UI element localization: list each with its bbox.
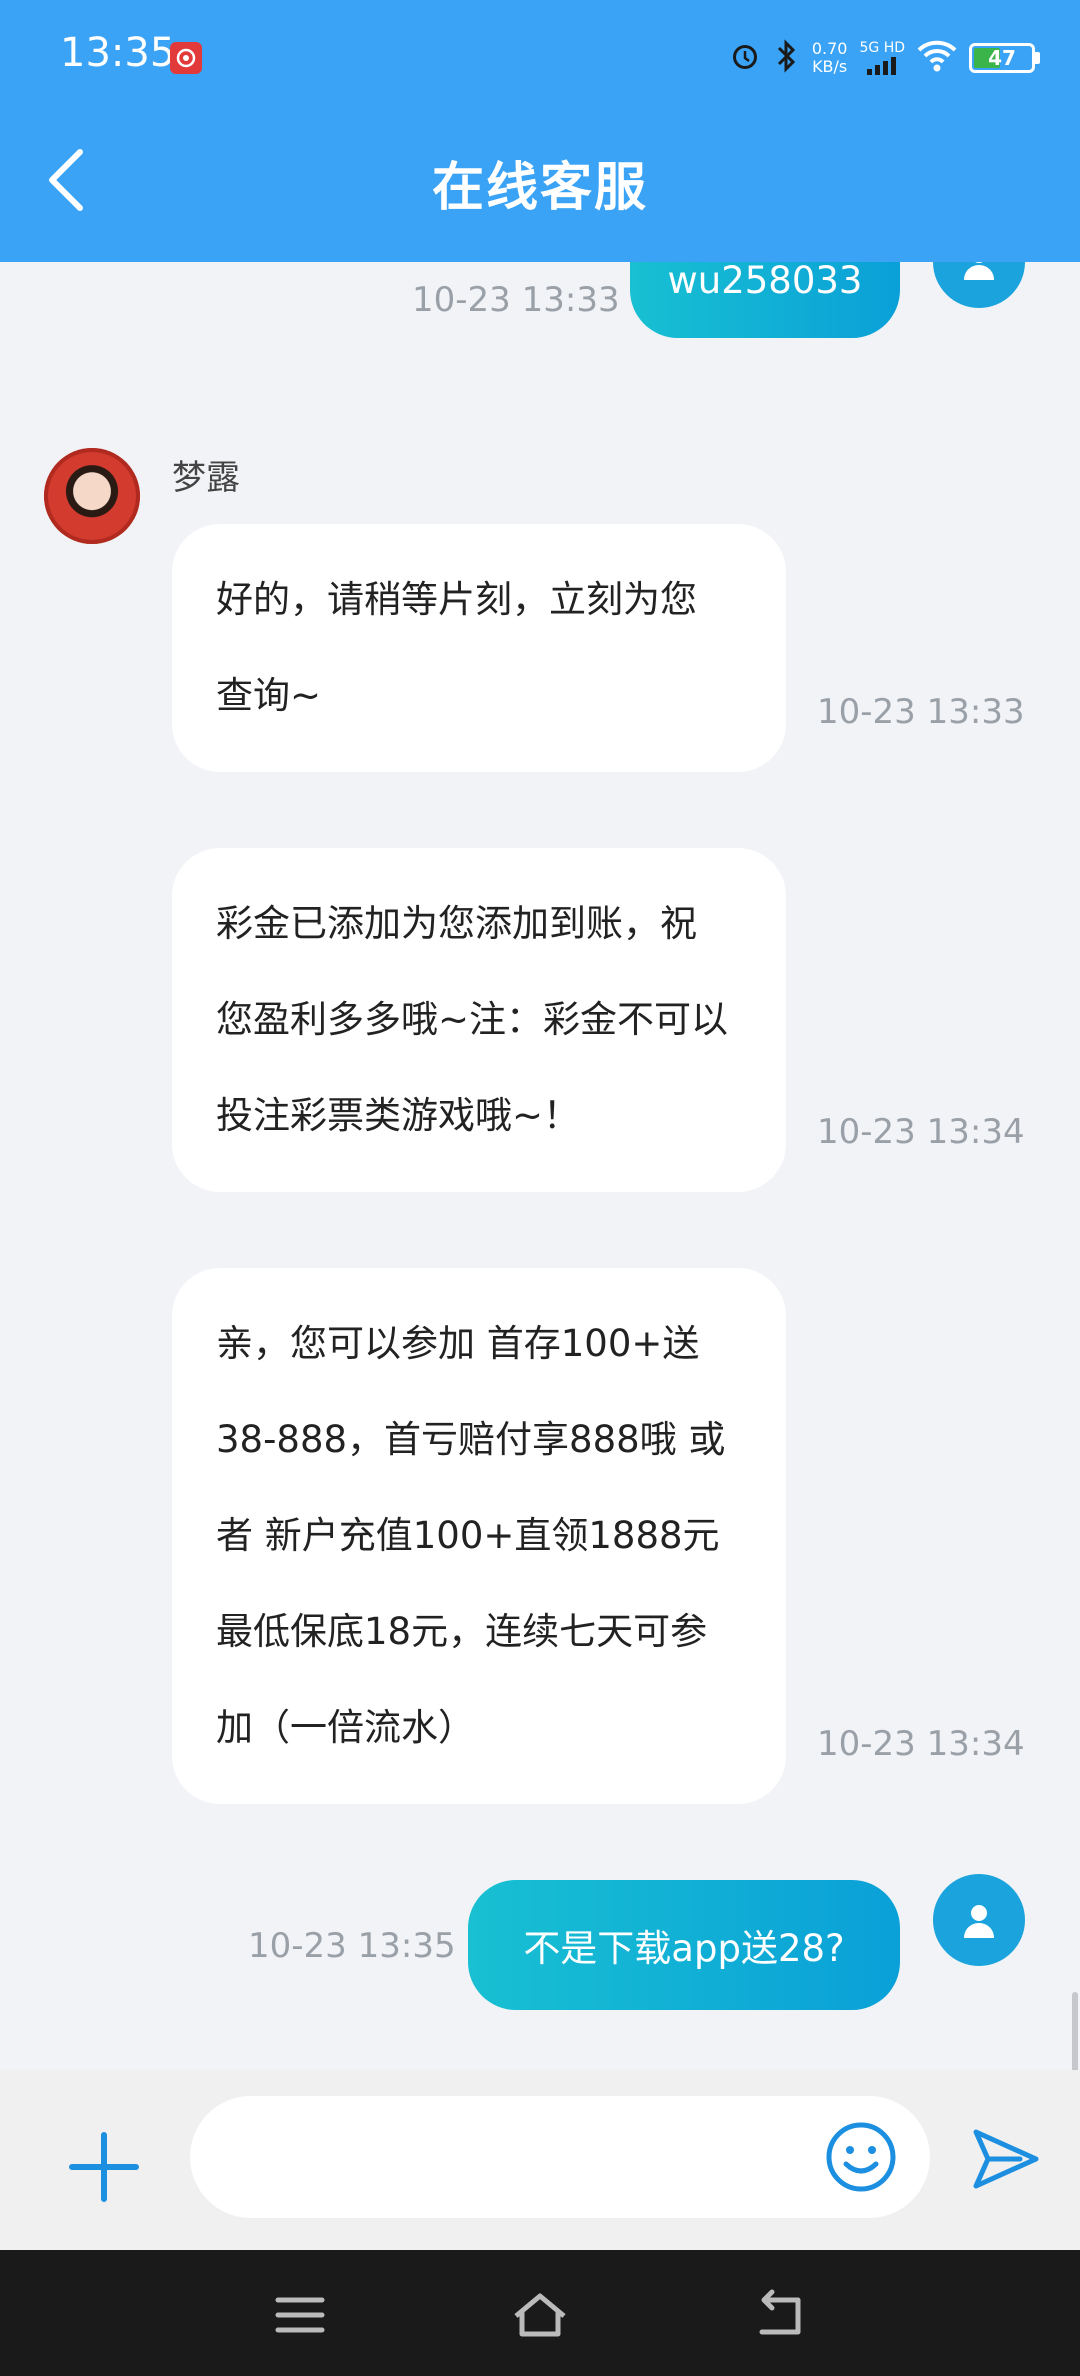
menu-nav-button[interactable] — [270, 2288, 330, 2342]
system-nav-bar — [0, 2250, 1080, 2376]
message-timestamp: 10-23 13:34 — [817, 1724, 1025, 1764]
alarm-icon — [728, 39, 762, 77]
user-avatar[interactable] — [933, 262, 1025, 308]
message-line: 者 新户充值100+直领1888元 — [216, 1514, 720, 1557]
smiley-icon — [826, 2122, 896, 2192]
bluetooth-icon — [774, 38, 800, 78]
plus-icon — [69, 2132, 139, 2202]
message-input[interactable] — [190, 2096, 930, 2218]
app-header: 13:35 0.70 KB/s 5G HD 47 在线客服 — [0, 0, 1080, 262]
add-attachment-button[interactable] — [62, 2125, 146, 2209]
message-line: 好的，请稍等片刻，立刻为您 — [216, 578, 697, 621]
message-line: 查询~ — [216, 674, 322, 717]
network-label: 5G HD — [859, 41, 905, 75]
menu-icon — [275, 2297, 325, 2333]
message-line: 亲，您可以参加 首存100+送 — [216, 1322, 700, 1365]
emoji-button[interactable] — [824, 2120, 898, 2194]
status-icons: 0.70 KB/s 5G HD 47 — [728, 36, 1040, 80]
message-line: 加（一倍流水） — [216, 1706, 475, 1749]
user-avatar[interactable] — [933, 1874, 1025, 1966]
message-text: 不是下载app送28? — [523, 1927, 845, 1970]
message-line: 彩金已添加为您添加到账，祝 — [216, 902, 697, 945]
page-title: 在线客服 — [431, 158, 648, 218]
message-line: 38-888，首亏赔付享888哦 或 — [216, 1418, 726, 1461]
input-bar — [0, 2070, 1080, 2250]
agent-message-bubble[interactable]: 彩金已添加为您添加到账，祝 您盈利多多哦~注：彩金不可以 投注彩票类游戏哦~！ — [172, 848, 786, 1192]
back-nav-button[interactable] — [750, 2288, 810, 2342]
signal-icon — [867, 57, 897, 75]
status-time: 13:35 — [60, 30, 176, 76]
user-message-bubble[interactable]: wu258033 — [630, 262, 900, 338]
message-timestamp: 10-23 13:33 — [817, 692, 1025, 732]
wifi-icon — [917, 40, 957, 76]
battery-tip — [1035, 52, 1040, 64]
chat-scrollbar[interactable] — [1072, 1992, 1078, 2070]
network-speed: 0.70 KB/s — [812, 40, 848, 76]
agent-name: 梦露 — [172, 458, 240, 498]
return-icon — [759, 2289, 801, 2335]
message-timestamp: 10-23 13:34 — [817, 1112, 1025, 1152]
send-button[interactable] — [968, 2122, 1042, 2196]
message-line: 投注彩票类游戏哦~！ — [216, 1094, 581, 1137]
chat-area[interactable]: wu258033 10-23 13:33 梦露 好的，请稍等片刻，立刻为您 查询… — [0, 262, 1080, 2070]
agent-message-bubble[interactable]: 亲，您可以参加 首存100+送 38-888，首亏赔付享888哦 或 者 新户充… — [172, 1268, 786, 1804]
user-message-bubble[interactable]: 不是下载app送28? — [468, 1880, 900, 2010]
message-timestamp: 10-23 13:33 — [412, 280, 620, 320]
network-type: 5G HD — [859, 40, 905, 56]
speed-value: 0.70 — [811, 39, 848, 58]
home-icon — [514, 2293, 566, 2337]
battery-level: 47 — [988, 46, 1016, 70]
music-app-icon — [170, 42, 202, 74]
home-nav-button[interactable] — [510, 2288, 570, 2342]
agent-avatar[interactable] — [44, 448, 140, 544]
message-timestamp: 10-23 13:35 — [248, 1926, 456, 1966]
message-line: 最低保底18元，连续七天可参 — [216, 1610, 708, 1653]
battery-icon: 47 — [969, 43, 1035, 73]
message-line: 您盈利多多哦~注：彩金不可以 — [216, 998, 729, 1041]
agent-message-bubble[interactable]: 好的，请稍等片刻，立刻为您 查询~ — [172, 524, 786, 772]
send-icon — [973, 2129, 1039, 2189]
speed-unit: KB/s — [812, 57, 848, 76]
message-text: wu258033 — [667, 262, 863, 302]
